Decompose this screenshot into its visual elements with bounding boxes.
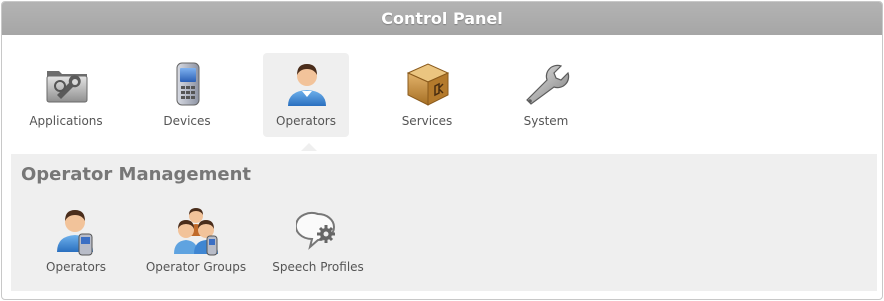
phone-device-icon [176, 62, 200, 106]
sub-item-operators[interactable]: Operators [21, 202, 131, 278]
nav-item-label: Operators [276, 114, 336, 128]
operator-management-panel: Operator Management Operators Operator G… [11, 154, 877, 291]
nav-item-label: System [523, 114, 569, 128]
nav-item-label: Devices [163, 114, 211, 128]
applications-icon [46, 71, 88, 103]
nav-item-label: Applications [29, 114, 103, 128]
operator-device-icon [57, 210, 93, 256]
nav-item-services[interactable]: Services [384, 53, 470, 137]
nav-item-devices[interactable]: Devices [144, 53, 230, 137]
operator-groups-icon [174, 208, 218, 256]
sub-item-label: Speech Profiles [272, 260, 364, 274]
sub-item-label: Operators [46, 260, 106, 274]
nav-item-label: Services [401, 114, 453, 128]
speech-gear-icon [296, 212, 335, 250]
nav-item-system[interactable]: System [503, 53, 589, 137]
nav-item-operators[interactable]: Operators [263, 53, 349, 137]
window-title: Control Panel [2, 2, 882, 35]
section-title: Operator Management [21, 164, 252, 185]
active-pointer [301, 143, 317, 151]
control-panel-window: Control Panel Applications Devices Opera… [1, 1, 883, 300]
sub-item-speech-profiles[interactable]: Speech Profiles [263, 202, 373, 278]
sub-item-operator-groups[interactable]: Operator Groups [141, 202, 251, 278]
top-navigation: Applications Devices Operators Services … [2, 35, 882, 153]
wrench-icon [526, 64, 570, 105]
package-box-icon [406, 63, 450, 106]
operator-user-icon [288, 64, 326, 106]
nav-item-applications[interactable]: Applications [23, 53, 109, 137]
sub-item-label: Operator Groups [145, 260, 247, 274]
